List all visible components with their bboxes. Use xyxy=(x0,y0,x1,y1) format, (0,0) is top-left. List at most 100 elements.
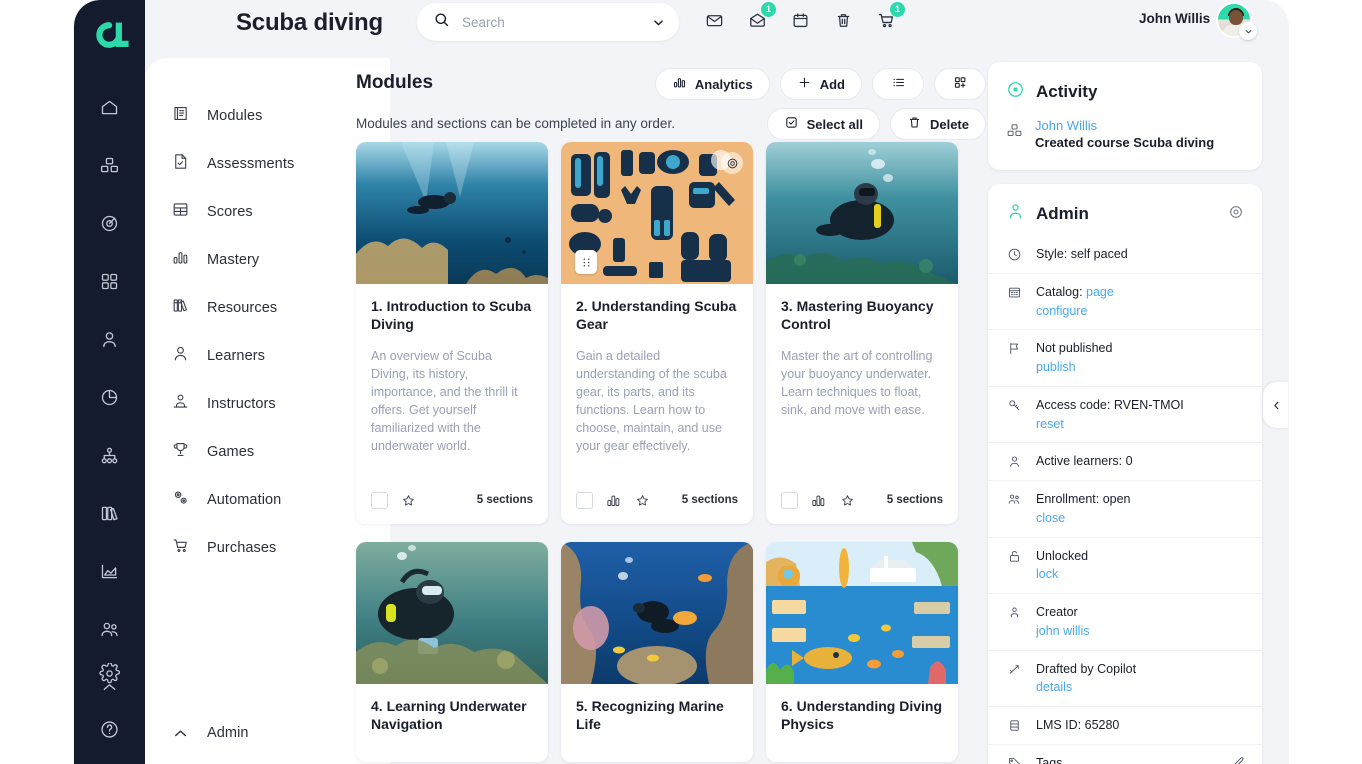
mail-icon[interactable] xyxy=(699,5,729,35)
database-icon xyxy=(1006,716,1023,733)
admin-row-text: Style: self paced xyxy=(1036,245,1128,264)
catalog-page-link[interactable]: page xyxy=(1086,285,1114,299)
diver-with-camera-photo xyxy=(356,542,548,684)
sidebar-item-learners[interactable]: Learners xyxy=(145,332,390,380)
sidebar-admin-toggle[interactable]: Admin xyxy=(145,702,390,764)
catalog-configure-link[interactable]: configure xyxy=(1036,304,1087,318)
module-checkbox[interactable] xyxy=(371,492,388,509)
admin-row-label: Not published xyxy=(1036,341,1112,355)
collapse-right-panel[interactable] xyxy=(1263,382,1288,428)
checkbox-icon xyxy=(784,115,799,133)
admin-row-access-code: Access code: RVEN-TMOI reset xyxy=(988,387,1262,444)
activity-panel-title: Activity xyxy=(1036,82,1097,102)
close-enrollment-link[interactable]: close xyxy=(1036,511,1065,525)
lock-link[interactable]: lock xyxy=(1036,567,1058,581)
favorite-star-icon[interactable] xyxy=(400,492,417,509)
sidebar-item-instructors[interactable]: Instructors xyxy=(145,380,390,428)
table-icon xyxy=(171,200,190,224)
trash-icon xyxy=(907,115,922,133)
add-button[interactable]: Add xyxy=(780,68,862,100)
module-card[interactable]: 4. Learning Underwater Navigation xyxy=(356,542,548,762)
module-card[interactable]: 5. Recognizing Marine Life xyxy=(561,542,753,762)
sidebar-item-purchases[interactable]: Purchases xyxy=(145,524,390,572)
list-view-button[interactable] xyxy=(872,68,924,100)
sidebar-item-scores[interactable]: Scores xyxy=(145,188,390,236)
module-card[interactable]: 2. Understanding Scuba Gear Gain a detai… xyxy=(561,142,753,524)
pie-chart-icon[interactable] xyxy=(93,380,127,414)
help-icon[interactable] xyxy=(93,712,127,746)
publish-link[interactable]: publish xyxy=(1036,360,1076,374)
edit-pencil-icon[interactable] xyxy=(1231,755,1246,764)
admin-row-text: Enrollment: openclose xyxy=(1036,490,1131,528)
module-card-footer: 5 sections xyxy=(766,476,958,524)
trash-icon[interactable] xyxy=(828,5,858,35)
delete-button[interactable]: Delete xyxy=(890,108,986,140)
area-chart-icon[interactable] xyxy=(93,554,127,588)
module-card-body: 3. Mastering Buoyancy Control Master the… xyxy=(766,284,958,419)
module-checkbox[interactable] xyxy=(781,492,798,509)
list-icon xyxy=(891,75,906,93)
admin-row-label: Access code: RVEN-TMOI xyxy=(1036,398,1184,412)
module-card[interactable]: 6. Understanding Diving Physics xyxy=(766,542,958,762)
modules-subheading: Modules and sections can be completed in… xyxy=(356,116,675,131)
hierarchy-icon[interactable] xyxy=(93,438,127,472)
module-card-body: 4. Learning Underwater Navigation xyxy=(356,684,548,734)
module-card[interactable]: 3. Mastering Buoyancy Control Master the… xyxy=(766,142,958,524)
chevron-down-icon[interactable] xyxy=(645,9,671,35)
trophy-icon xyxy=(171,440,190,464)
analytics-button[interactable]: Analytics xyxy=(655,68,770,100)
sidebar-item-automation[interactable]: Automation xyxy=(145,476,390,524)
admin-row-text: Drafted by Copilotdetails xyxy=(1036,660,1136,698)
favorite-star-icon[interactable] xyxy=(634,492,651,509)
module-analytics-icon[interactable] xyxy=(605,492,622,509)
grid-icon[interactable] xyxy=(93,264,127,298)
grid-view-button[interactable] xyxy=(934,68,986,100)
home-icon[interactable] xyxy=(93,90,127,124)
calendar-icon[interactable] xyxy=(785,5,815,35)
card-gear-icon[interactable] xyxy=(721,152,743,174)
catalog-icon xyxy=(1006,283,1023,300)
drag-handle[interactable] xyxy=(575,250,597,274)
app-window: Modules Assessments Scores Mastery Resou… xyxy=(74,0,1288,764)
module-card[interactable]: 1. Introduction to Scuba Diving An overv… xyxy=(356,142,548,524)
admin-row-style: Style: self paced xyxy=(988,236,1262,274)
library-icon[interactable] xyxy=(93,496,127,530)
sidebar-item-mastery[interactable]: Mastery xyxy=(145,236,390,284)
sidebar-item-resources[interactable]: Resources xyxy=(145,284,390,332)
mail-open-icon[interactable]: 1 xyxy=(742,5,772,35)
cart-icon xyxy=(171,536,190,560)
user-icon[interactable] xyxy=(93,322,127,356)
cart-icon[interactable]: 1 xyxy=(871,5,901,35)
cl-logo[interactable] xyxy=(84,14,136,56)
right-panel: Activity John Willis Created course Scub… xyxy=(988,62,1262,764)
user-menu-chevron-down-icon[interactable] xyxy=(1239,22,1257,40)
module-analytics-icon[interactable] xyxy=(810,492,827,509)
chevron-up-icon xyxy=(171,724,190,743)
admin-row-text: Access code: RVEN-TMOI reset xyxy=(1036,396,1184,434)
module-card-desc: Master the art of controlling your buoya… xyxy=(781,347,943,420)
search-input[interactable] xyxy=(462,15,645,30)
module-card-footer: 5 sections xyxy=(561,476,753,524)
sidebar-item-assessments[interactable]: Assessments xyxy=(145,140,390,188)
admin-settings-gear-icon[interactable] xyxy=(1226,202,1246,222)
module-card-body: 6. Understanding Diving Physics xyxy=(766,684,958,734)
reset-code-link[interactable]: reset xyxy=(1036,417,1064,431)
sidebar-item-modules[interactable]: Modules xyxy=(145,92,390,140)
creator-link[interactable]: john willis xyxy=(1036,624,1090,638)
target-icon[interactable] xyxy=(93,206,127,240)
user-icon xyxy=(171,344,190,368)
sidebar-item-label: Resources xyxy=(207,300,277,316)
favorite-star-icon[interactable] xyxy=(839,492,856,509)
select-all-button[interactable]: Select all xyxy=(767,108,880,140)
module-card-footer: 5 sections xyxy=(356,476,548,524)
settings-icon[interactable] xyxy=(93,656,127,690)
cubes-icon[interactable] xyxy=(93,148,127,182)
copilot-details-link[interactable]: details xyxy=(1036,680,1072,694)
group-icon[interactable] xyxy=(93,612,127,646)
bar-chart-icon xyxy=(672,75,687,93)
activity-user-link[interactable]: John Willis xyxy=(1035,118,1214,133)
user-icon xyxy=(1006,452,1023,469)
search-bar[interactable] xyxy=(417,3,679,41)
module-checkbox[interactable] xyxy=(576,492,593,509)
sidebar-item-games[interactable]: Games xyxy=(145,428,390,476)
